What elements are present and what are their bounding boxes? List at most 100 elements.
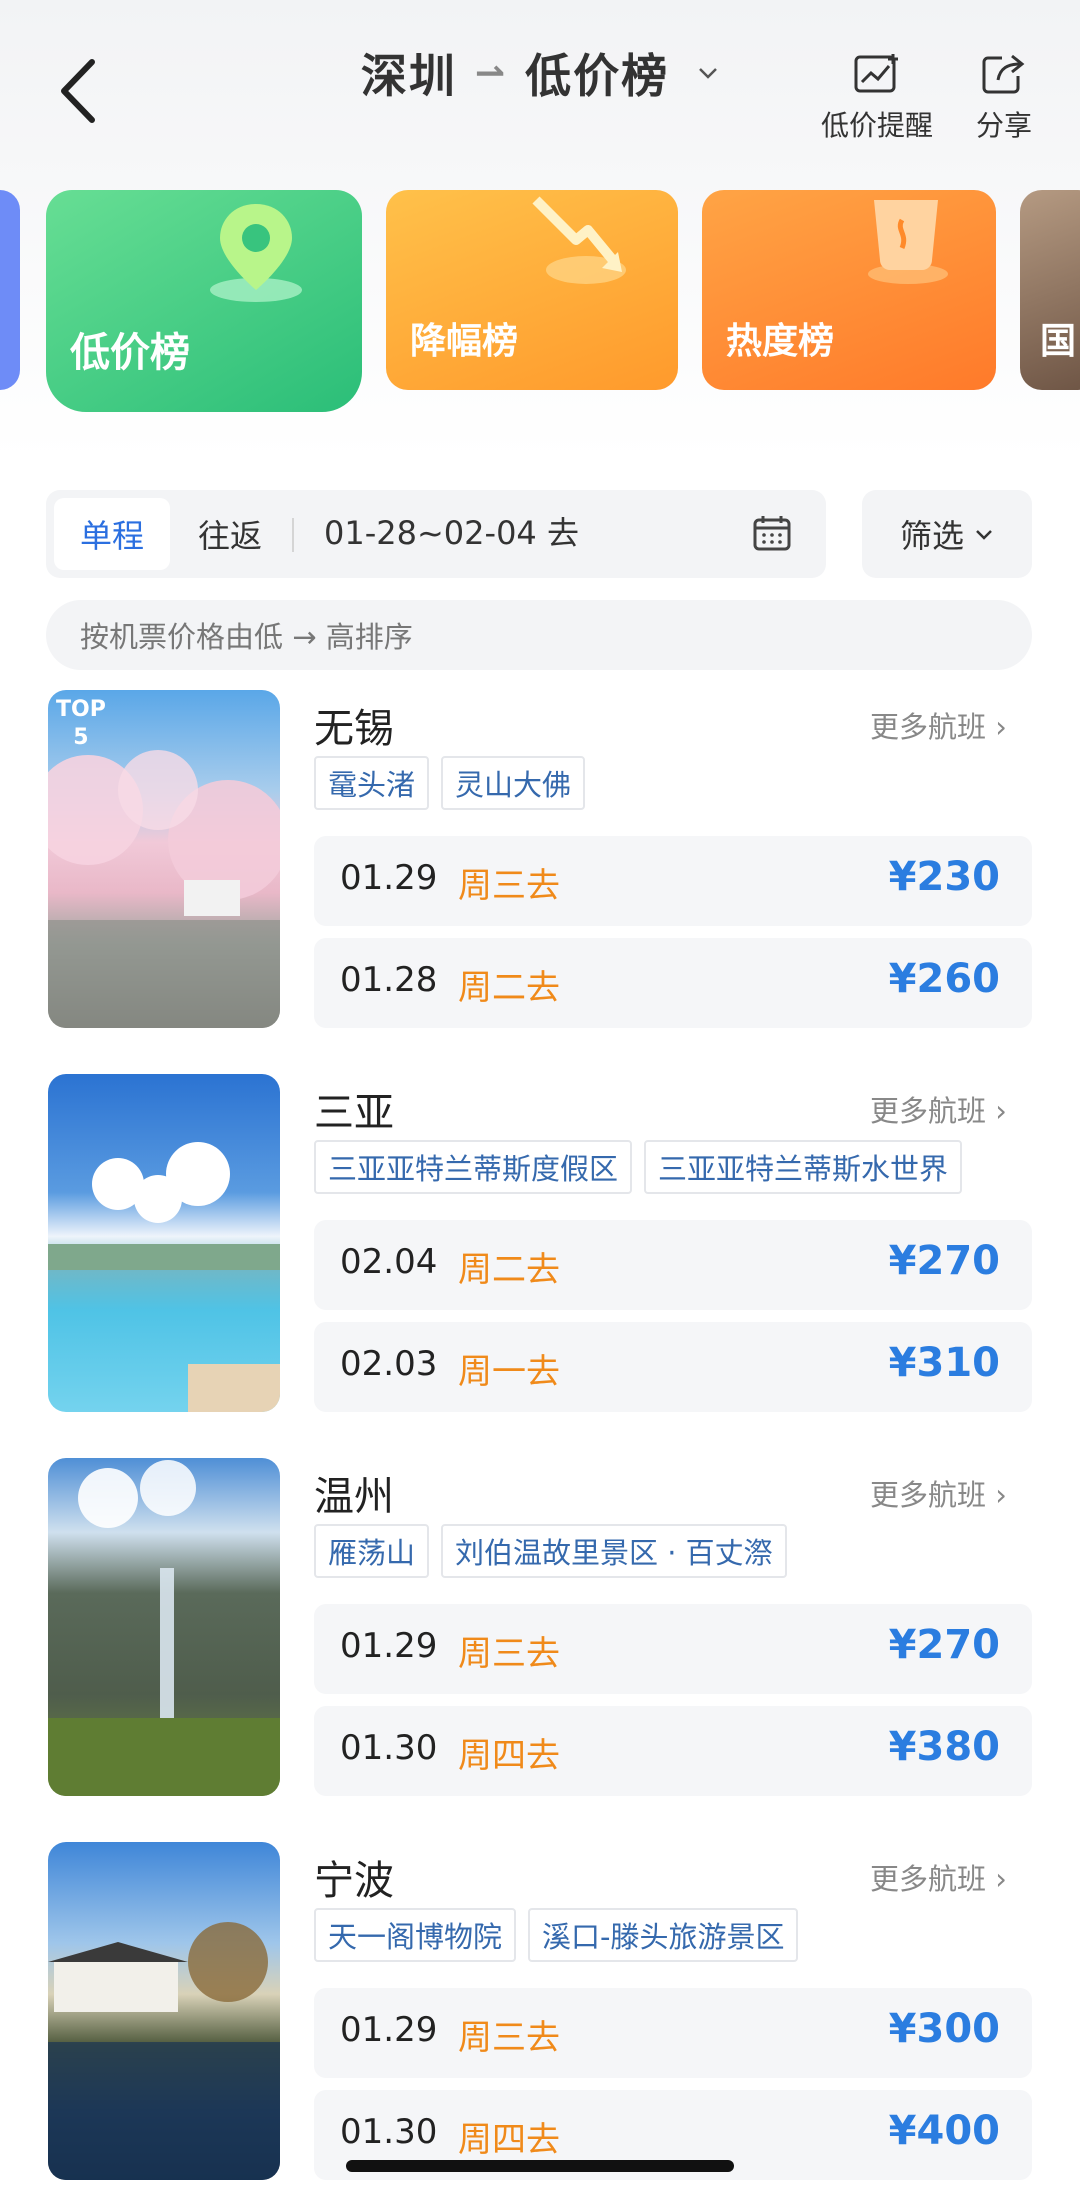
more-flights-label: 更多航班 <box>870 1862 987 1896</box>
city-name: 无锡 <box>314 706 394 752</box>
category-label: 国 <box>1040 321 1077 362</box>
flight-price: ¥400 <box>888 2108 1000 2154</box>
category-card-drop[interactable]: 降幅榜 <box>386 190 678 390</box>
list-item[interactable]: 温州 更多航班 › 雁荡山 刘伯温故里景区 · 百丈漈 01.29 周三去 ¥2… <box>0 1458 1080 1828</box>
price-alert-icon <box>854 54 898 93</box>
calendar-icon[interactable] <box>752 514 792 552</box>
tab-one-way[interactable]: 单程 <box>54 498 170 570</box>
rank-badge-number: 5 <box>73 725 89 750</box>
attraction-tags: 鼋头渚 灵山大佛 <box>314 756 586 810</box>
flight-weekday: 周三去 <box>458 2018 560 2058</box>
destination-photo <box>48 1458 280 1796</box>
category-card-international[interactable]: 国 <box>1020 190 1080 390</box>
origin-city: 深圳 <box>360 49 457 103</box>
home-indicator[interactable] <box>346 2160 734 2172</box>
flight-row[interactable]: 01.29 周三去 ¥300 <box>314 1988 1032 2078</box>
category-label: 低价榜 <box>70 330 190 376</box>
filter-divider <box>292 518 294 552</box>
flight-price: ¥310 <box>888 1340 1000 1386</box>
attraction-tag[interactable]: 三亚亚特兰蒂斯水世界 <box>644 1140 963 1194</box>
share-label: 分享 <box>975 109 1032 142</box>
attraction-tag[interactable]: 灵山大佛 <box>441 756 586 810</box>
map-pin-icon <box>210 204 302 302</box>
destination-label: 低价榜 <box>525 49 670 103</box>
route-arrow-icon: ⇀ <box>474 52 508 94</box>
destination-photo <box>48 1842 280 2180</box>
flight-date: 01.29 <box>340 858 438 898</box>
rank-badge-top: TOP <box>56 697 106 722</box>
attraction-tag[interactable]: 三亚亚特兰蒂斯度假区 <box>314 1140 633 1194</box>
flight-price: ¥380 <box>888 1724 1000 1770</box>
attraction-tag[interactable]: 天一阁博物院 <box>314 1908 517 1962</box>
share-icon <box>982 54 1025 94</box>
flight-row[interactable]: 01.30 周四去 ¥380 <box>314 1706 1032 1796</box>
category-card-low-price[interactable]: 低价榜 <box>46 190 362 412</box>
flight-date: 01.29 <box>340 2010 438 2050</box>
flight-price: ¥230 <box>888 854 1000 900</box>
city-name: 三亚 <box>314 1090 394 1136</box>
share-button[interactable]: 分享 <box>964 52 1044 144</box>
list-item[interactable]: 宁波 更多航班 › 天一阁博物院 溪口-滕头旅游景区 01.29 周三去 ¥30… <box>0 1842 1080 2195</box>
flight-weekday: 周四去 <box>458 1736 560 1776</box>
date-range[interactable]: 01-28~02-04 去 <box>324 508 579 554</box>
attraction-tag[interactable]: 刘伯温故里景区 · 百丈漈 <box>441 1524 787 1578</box>
chevron-right-icon: › <box>995 1094 1007 1128</box>
flight-weekday: 周三去 <box>458 1634 560 1674</box>
hot-cup-icon <box>868 200 948 284</box>
chevron-down-icon <box>976 530 992 540</box>
flight-weekday: 周四去 <box>458 2120 560 2160</box>
flight-row[interactable]: 01.29 周三去 ¥230 <box>314 836 1032 926</box>
more-flights-link[interactable]: 更多航班 › <box>870 1856 1007 1898</box>
city-name: 宁波 <box>314 1858 394 1904</box>
more-flights-label: 更多航班 <box>870 1094 987 1128</box>
attraction-tag[interactable]: 雁荡山 <box>314 1524 430 1578</box>
more-flights-link[interactable]: 更多航班 › <box>870 1472 1007 1514</box>
category-card-prev[interactable] <box>0 190 20 390</box>
more-flights-label: 更多航班 <box>870 1478 987 1512</box>
flight-date: 01.30 <box>340 1728 438 1768</box>
list-item[interactable]: 三亚 更多航班 › 三亚亚特兰蒂斯度假区 三亚亚特兰蒂斯水世界 02.04 周二… <box>0 1074 1080 1444</box>
flight-date: 02.04 <box>340 1242 438 1282</box>
sort-hint: 按机票价格由低 → 高排序 <box>46 600 1032 670</box>
more-flights-link[interactable]: 更多航班 › <box>870 1088 1007 1130</box>
rank-badge: TOP 5 <box>56 696 106 752</box>
attraction-tags: 三亚亚特兰蒂斯度假区 三亚亚特兰蒂斯水世界 <box>314 1140 963 1194</box>
chevron-right-icon: › <box>995 1862 1007 1896</box>
flight-row[interactable]: 01.29 周三去 ¥270 <box>314 1604 1032 1694</box>
city-name: 温州 <box>314 1474 394 1520</box>
destination-photo: TOP 5 <box>48 690 280 1028</box>
flight-price: ¥300 <box>888 2006 1000 2052</box>
tab-round-trip[interactable]: 往返 <box>180 498 280 570</box>
flight-date: 01.29 <box>340 1626 438 1666</box>
more-flights-link[interactable]: 更多航班 › <box>870 704 1007 746</box>
flight-row[interactable]: 01.28 周二去 ¥260 <box>314 938 1032 1028</box>
price-alert-button[interactable]: 低价提醒 <box>812 52 942 144</box>
list-item[interactable]: TOP 5 无锡 更多航班 › 鼋头渚 灵山大佛 01.29 周三去 ¥230 … <box>0 690 1080 1060</box>
flight-weekday: 周二去 <box>458 968 560 1008</box>
flight-weekday: 周三去 <box>458 866 560 906</box>
flight-row[interactable]: 02.03 周一去 ¥310 <box>314 1322 1032 1412</box>
down-trend-icon <box>532 196 626 284</box>
flight-price: ¥270 <box>888 1238 1000 1284</box>
flight-price: ¥270 <box>888 1622 1000 1668</box>
destination-photo <box>48 1074 280 1412</box>
category-label: 降幅榜 <box>410 321 519 362</box>
attraction-tag[interactable]: 鼋头渚 <box>314 756 430 810</box>
flight-date: 01.28 <box>340 960 438 1000</box>
flight-weekday: 周一去 <box>458 1352 560 1392</box>
chevron-right-icon: › <box>995 1478 1007 1512</box>
more-flights-label: 更多航班 <box>870 710 987 744</box>
attraction-tag[interactable]: 溪口-滕头旅游景区 <box>528 1908 799 1962</box>
flight-weekday: 周二去 <box>458 1250 560 1290</box>
filter-button[interactable]: 筛选 <box>862 490 1032 578</box>
price-alert-label: 低价提醒 <box>820 109 933 142</box>
attraction-tags: 天一阁博物院 溪口-滕头旅游景区 <box>314 1908 799 1962</box>
flight-date: 01.30 <box>340 2112 438 2152</box>
attraction-tags: 雁荡山 刘伯温故里景区 · 百丈漈 <box>314 1524 787 1578</box>
flight-date: 02.03 <box>340 1344 438 1384</box>
flight-row[interactable]: 02.04 周二去 ¥270 <box>314 1220 1032 1310</box>
chevron-right-icon: › <box>995 710 1007 744</box>
category-card-hot[interactable]: 热度榜 <box>702 190 996 390</box>
flight-price: ¥260 <box>888 956 1000 1002</box>
filter-label: 筛选 <box>899 517 964 555</box>
